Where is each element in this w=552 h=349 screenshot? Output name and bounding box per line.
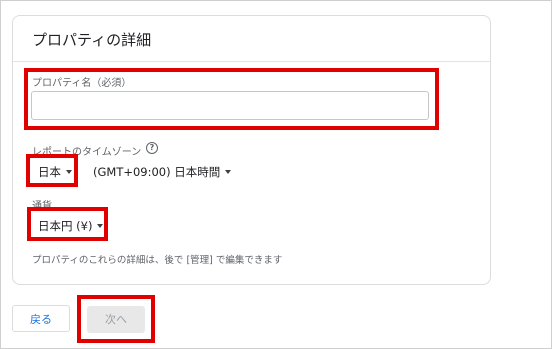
- currency-dropdown[interactable]: 日本円 (¥): [38, 218, 104, 234]
- card-title: プロパティの詳細: [32, 31, 152, 49]
- timezone-zone-value: (GMT+09:00) 日本時間: [93, 165, 221, 179]
- timezone-zone-dropdown[interactable]: (GMT+09:00) 日本時間: [93, 164, 232, 180]
- currency-value: 日本円 (¥): [38, 219, 93, 233]
- card-divider: [13, 61, 490, 62]
- property-name-input[interactable]: [31, 91, 429, 120]
- caret-down-icon: [97, 223, 104, 228]
- timezone-country-value: 日本: [38, 165, 61, 179]
- helper-text: プロパティのこれらの詳細は、後で [管理] で編集できます: [32, 255, 283, 266]
- caret-down-icon: [66, 169, 72, 174]
- timezone-label: レポートのタイムゾーン: [32, 147, 142, 158]
- back-button[interactable]: 戻る: [12, 305, 70, 332]
- caret-down-icon: [225, 169, 232, 174]
- help-circle-icon[interactable]: ?: [146, 142, 158, 154]
- currency-label: 通貨: [32, 201, 52, 212]
- next-button[interactable]: 次へ: [87, 306, 145, 333]
- timezone-country-dropdown[interactable]: 日本: [38, 164, 72, 180]
- property-name-label: プロパティ名（必須）: [32, 78, 132, 89]
